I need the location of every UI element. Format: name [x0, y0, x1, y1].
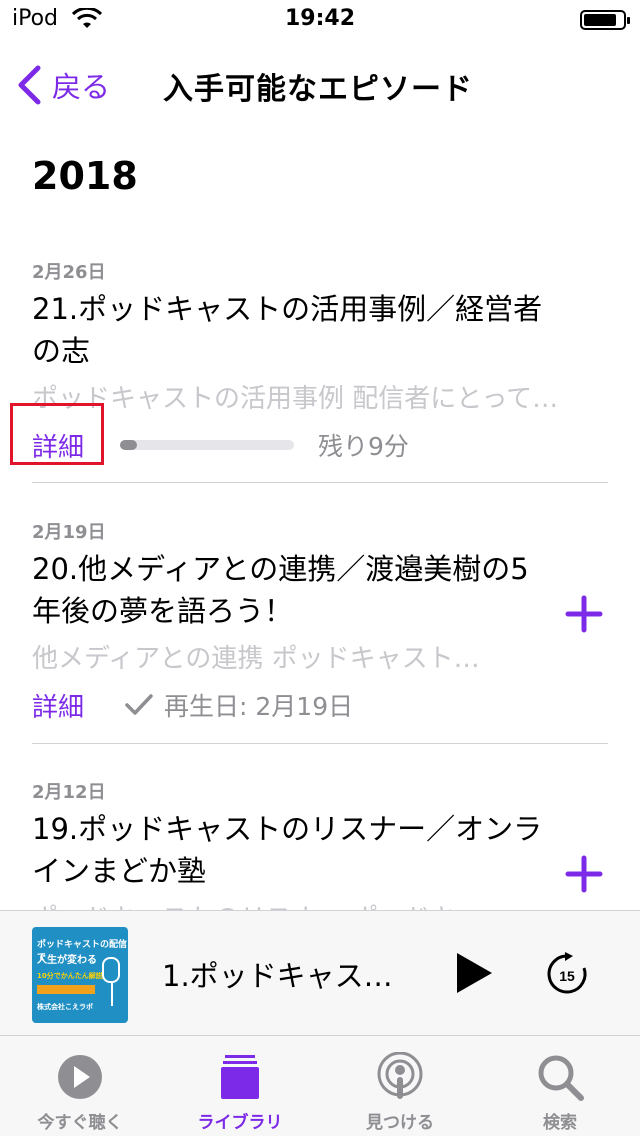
episode-date: 2月26日 — [32, 262, 106, 283]
divider — [32, 482, 608, 483]
add-episode-button[interactable] — [560, 850, 608, 898]
episode-meta: 詳細 残り9分 — [32, 425, 608, 465]
search-icon — [538, 1055, 584, 1101]
tab-library[interactable]: ライブラリ — [160, 1036, 320, 1136]
episode-item[interactable]: 2月26日 21.ポッドキャストの活用事例／経営者の志 ポッドキャストの活用事例… — [32, 258, 608, 465]
tab-bar: 今すぐ聴く ライブラリ 見つける 検索 — [0, 1036, 640, 1136]
played-status: 再生日: 2月19日 — [124, 687, 353, 723]
playback-progress-bar — [120, 440, 295, 450]
skip-seconds-label: 15 — [559, 968, 575, 984]
play-button[interactable] — [454, 951, 494, 995]
episode-title: 20.他メディアとの連携／渡邉美樹の5年後の夢を語ろう！ — [32, 552, 529, 628]
highlight-annotation — [10, 403, 104, 465]
library-icon — [221, 1055, 259, 1099]
play-circle-icon — [58, 1055, 102, 1099]
divider — [32, 743, 608, 744]
now-playing-title: 1.ポッドキャス… — [162, 959, 393, 993]
microphone-icon — [102, 957, 120, 983]
podcast-artwork: ポッドキャストの配信で 人生が変わる 10分でかんたん解説 株式会社こえラボ — [32, 927, 128, 1023]
episode-description: 他メディアとの連携 ポッドキャスト… — [32, 644, 480, 674]
status-time: 19:42 — [284, 6, 356, 31]
checkmark-icon — [125, 694, 153, 715]
episode-description: ポッドキャストの活用事例 配信者にとって… — [32, 384, 559, 414]
tab-label: 見つける — [366, 1113, 434, 1133]
time-remaining: 残り9分 — [318, 432, 409, 461]
tab-browse[interactable]: 見つける — [320, 1036, 480, 1136]
playback-progress-fill — [120, 440, 138, 450]
podcast-icon — [377, 1052, 423, 1099]
episode-date: 2月12日 — [32, 782, 106, 803]
artwork-text: 人生が変わる — [37, 955, 97, 966]
played-date: 再生日: 2月19日 — [164, 692, 354, 721]
mini-player[interactable]: ポッドキャストの配信で 人生が変わる 10分でかんたん解説 株式会社こえラボ 1… — [0, 910, 640, 1036]
episode-item[interactable]: 2月19日 20.他メディアとの連携／渡邉美樹の5年後の夢を語ろう！ 他メディア… — [32, 518, 608, 725]
status-bar: iPod 19:42 — [0, 0, 640, 40]
tab-search[interactable]: 検索 — [480, 1036, 640, 1136]
skip-forward-button[interactable]: 15 — [544, 951, 590, 997]
navigation-bar: 戻る 入手可能なエピソード — [0, 50, 640, 120]
episode-date: 2月19日 — [32, 522, 106, 543]
section-year-header: 2018 — [32, 154, 138, 198]
page-title: 入手可能なエピソード — [163, 72, 473, 107]
tab-listen-now[interactable]: 今すぐ聴く — [0, 1036, 160, 1136]
tab-label: ライブラリ — [197, 1113, 283, 1133]
tab-label: 検索 — [543, 1113, 577, 1133]
details-link[interactable]: 詳細 — [32, 683, 84, 728]
tab-label: 今すぐ聴く — [37, 1113, 123, 1133]
episode-title: 21.ポッドキャストの活用事例／経営者の志 — [32, 292, 543, 368]
episode-title: 19.ポッドキャストのリスナー／オンラインまどか塾 — [32, 812, 543, 888]
artwork-text: 10分でかんたん解説 — [37, 972, 103, 980]
battery-icon — [580, 10, 630, 30]
add-episode-button[interactable] — [560, 590, 608, 638]
episode-meta: 詳細 再生日: 2月19日 — [32, 685, 608, 725]
artwork-text: 株式会社こえラボ — [37, 1003, 93, 1011]
